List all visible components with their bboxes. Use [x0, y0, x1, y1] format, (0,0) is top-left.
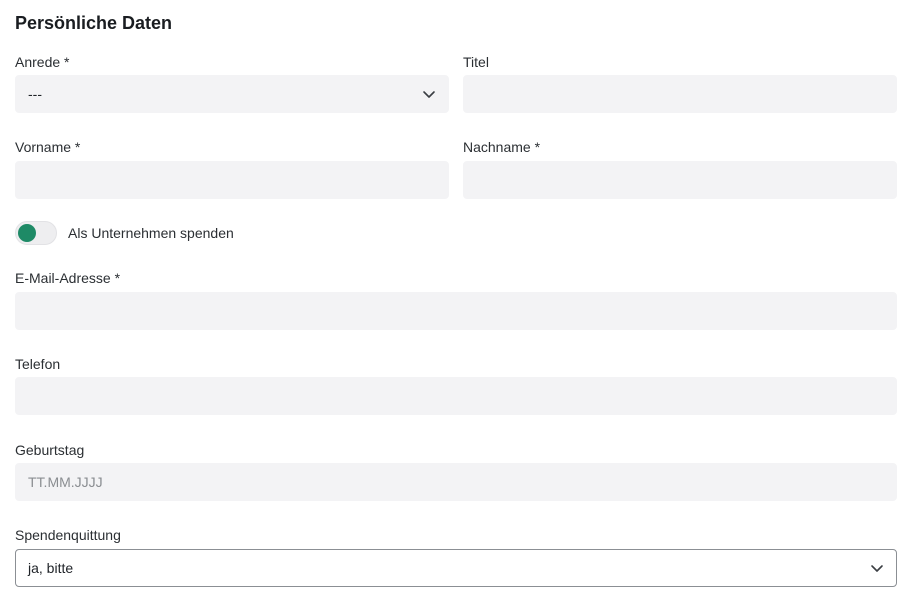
company-toggle[interactable] [15, 221, 57, 245]
geburtstag-placeholder: TT.MM.JJJJ [28, 474, 103, 490]
toggle-knob [18, 224, 36, 242]
vorname-label: Vorname * [15, 139, 81, 155]
anrede-value: --- [28, 86, 42, 102]
titel-label: Titel [463, 54, 489, 70]
vorname-input[interactable] [15, 161, 449, 199]
telefon-input[interactable] [15, 377, 897, 415]
spendenquittung-label: Spendenquittung [15, 527, 121, 543]
email-label: E-Mail-Adresse * [15, 270, 121, 286]
section-title: Persönliche Daten [15, 13, 173, 33]
anrede-label: Anrede * [15, 54, 70, 70]
company-toggle-label: Als Unternehmen spenden [68, 225, 234, 241]
nachname-input[interactable] [463, 161, 897, 199]
chevron-down-icon [422, 87, 436, 101]
geburtstag-input[interactable]: TT.MM.JJJJ [15, 463, 897, 501]
spendenquittung-select[interactable]: ja, bitte [15, 549, 897, 587]
spendenquittung-value: ja, bitte [28, 560, 74, 576]
company-toggle-row: Als Unternehmen spenden [15, 220, 234, 246]
email-input[interactable] [15, 292, 897, 330]
anrede-select[interactable]: --- [15, 75, 449, 113]
chevron-down-icon [870, 561, 884, 575]
telefon-label: Telefon [15, 356, 61, 372]
nachname-label: Nachname * [463, 139, 541, 155]
titel-input[interactable] [463, 75, 897, 113]
geburtstag-label: Geburtstag [15, 442, 85, 458]
